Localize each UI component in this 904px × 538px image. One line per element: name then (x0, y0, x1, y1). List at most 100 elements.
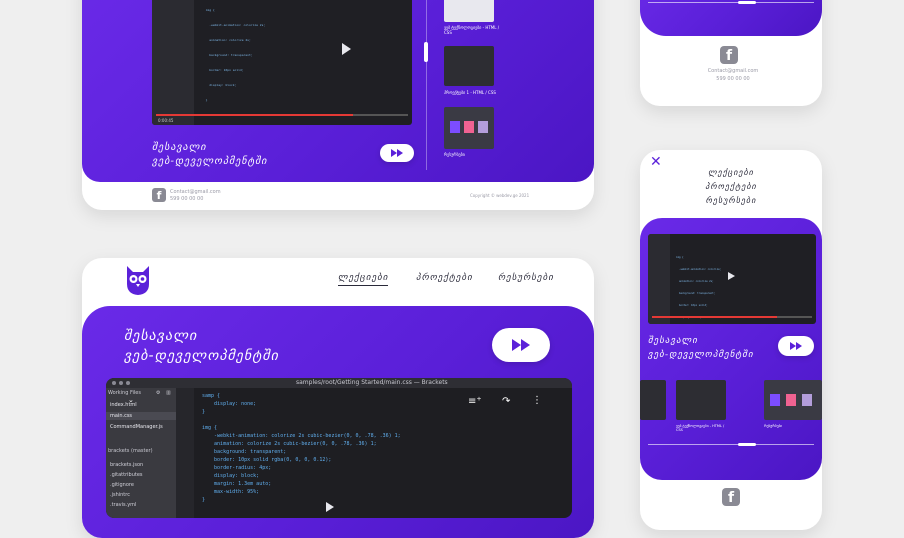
project-file-0[interactable]: brackets.json (110, 462, 143, 468)
play-icon[interactable] (728, 272, 735, 280)
mobile-scroll-handle[interactable] (738, 443, 756, 446)
code-line: } (202, 409, 206, 415)
play-icon[interactable] (342, 43, 351, 55)
code-line: display: none; (202, 401, 257, 407)
working-files-heading: Working Files (108, 390, 141, 396)
fast-forward-button[interactable] (492, 328, 550, 362)
mobile-scroll-track-top[interactable] (648, 2, 814, 3)
mobile-menu-item-resources[interactable]: რესურსები (640, 196, 822, 205)
hero-section-top: img { -webkit-animation: colorize 2s; an… (82, 0, 594, 182)
editor-titlebar: samples/root/Getting Started/main.css — … (106, 378, 572, 388)
hero-title-line1-top: შესავალი (152, 142, 207, 153)
video-player-top[interactable]: img { -webkit-animation: colorize 2s; an… (152, 0, 412, 125)
owl-logo-icon[interactable] (124, 264, 152, 296)
playlist-thumb-1[interactable] (444, 0, 494, 22)
playlist-label-3: რესურსები (444, 152, 465, 157)
code-line: } (202, 497, 206, 503)
project-file-3[interactable]: .jshintrc (110, 492, 130, 498)
mobile-editor-sidebar (648, 234, 670, 324)
code-line: margin: 1.3em auto; (202, 481, 272, 487)
code-line: -webkit-animation: colorize 2s cubic-bez… (202, 433, 401, 439)
playlist-label-2: პროექტები 1 - HTML / CSS (444, 90, 496, 95)
mobile-card-main: ✕ ლექციები პროექტები რესურსები img { -we… (640, 150, 822, 530)
mobile-hero-title-line1: შესავალი (648, 336, 698, 346)
mobile-playlist-thumb-0[interactable] (640, 380, 666, 420)
nav-item-projects[interactable]: პროექტები (416, 273, 473, 283)
hero-title-line2-top: ვებ-დეველოპმენტში (152, 156, 268, 167)
mobile-playlist-thumb-2[interactable] (764, 380, 822, 420)
facebook-icon[interactable]: f (722, 488, 740, 506)
hero-title-line1: შესავალი (124, 328, 198, 344)
nav-item-resources[interactable]: რესურსები (498, 273, 554, 283)
code-line: samp { (202, 393, 221, 399)
footer-copyright-top: Copyright © webdev.ge 2021 (470, 193, 530, 198)
project-label[interactable]: brackets (master) (108, 448, 153, 454)
project-file-2[interactable]: .gitignore (110, 482, 134, 488)
mobile-video-progress[interactable] (652, 316, 812, 318)
project-branch: (master) (131, 448, 153, 454)
mobile-scroll-handle-top[interactable] (738, 1, 756, 4)
mobile-video-progress-fill (652, 316, 777, 318)
hero-section-main: შესავალი ვებ-დეველოპმენტში samples/root/… (82, 306, 594, 538)
code-line: border-radius: 4px; (202, 465, 272, 471)
fast-forward-icon (512, 339, 530, 351)
playlist-thumb-2[interactable] (444, 46, 494, 86)
fast-forward-icon (790, 342, 802, 350)
share-icon[interactable]: ↷ (502, 396, 510, 407)
more-options-icon[interactable]: ⋮ (532, 395, 542, 406)
facebook-icon[interactable]: f (152, 188, 166, 202)
playlist-scroll-handle[interactable] (424, 42, 428, 62)
fast-forward-button-top[interactable] (380, 144, 414, 162)
working-file-0[interactable]: index.html (110, 402, 137, 408)
mobile-hero: img { -webkit-animation: colorize; anima… (640, 218, 822, 480)
video-progress-fill (156, 114, 353, 116)
footer-contact-top: Contact@gmail.com (170, 189, 221, 195)
mobile-video-player[interactable]: img { -webkit-animation: colorize; anima… (648, 234, 816, 324)
desktop-card-main: ლექციები პროექტები რესურსები შესავალი ვე… (82, 258, 594, 538)
window-max-dot[interactable] (126, 381, 130, 385)
mobile-card-top: f Contact@gmail.com 599 00 00 00 (640, 0, 822, 106)
mobile-footer-phone: 599 00 00 00 (716, 76, 750, 82)
fast-forward-icon (391, 149, 403, 157)
mobile-playlist-label-2: რესურსები (764, 424, 783, 428)
split-icon[interactable]: ▥ (166, 390, 171, 396)
working-file-2[interactable]: CommandManager.js (110, 424, 163, 430)
editor-gutter (176, 388, 194, 518)
mobile-fast-forward-button[interactable] (778, 336, 814, 356)
window-min-dot[interactable] (119, 381, 123, 385)
editor-code[interactable]: samp { display: none;} img { -webkit-ani… (202, 392, 401, 504)
code-line: animation: colorize 2s cubic-bezier(0, 0… (202, 441, 377, 447)
footer-phone-top: 599 00 00 00 (170, 196, 204, 202)
nav-item-lectures[interactable]: ლექციები (338, 273, 389, 286)
mobile-scroll-track[interactable] (648, 444, 814, 445)
add-to-queue-icon[interactable]: ≡⁺ (468, 396, 482, 407)
window-close-dot[interactable] (112, 381, 116, 385)
working-file-1[interactable]: main.css (106, 412, 176, 420)
desktop-card-top: img { -webkit-animation: colorize 2s; an… (82, 0, 594, 210)
mobile-footer-contact: Contact@gmail.com (707, 68, 759, 74)
project-name: brackets (108, 448, 130, 454)
code-line: display: block; (202, 473, 260, 479)
editor-window[interactable]: samples/root/Getting Started/main.css — … (106, 378, 572, 518)
project-file-4[interactable]: .travis.yml (110, 502, 136, 508)
code-line: background: transparent; (202, 449, 287, 455)
playlist-thumb-3[interactable] (444, 107, 494, 149)
editor-window-title: samples/root/Getting Started/main.css — … (296, 379, 448, 386)
playlist-divider-top (426, 0, 427, 170)
play-icon[interactable] (326, 502, 334, 512)
mobile-menu-item-projects[interactable]: პროექტები (640, 182, 822, 191)
playlist-label-1: ვებ ტექნოლოგიები - HTML / CSS (444, 25, 500, 35)
mobile-hero-title-line2: ვებ-დეველოპმენტში (648, 350, 754, 360)
editor-sidebar: Working Files ⚙ ▥ ⌄ index.html main.css … (106, 388, 176, 518)
mobile-editor-code: img { -webkit-animation: colorize; anima… (676, 256, 722, 319)
mobile-menu-item-lectures[interactable]: ლექციები (640, 168, 822, 177)
project-file-1[interactable]: .gitattributes (110, 472, 143, 478)
video-progress-track[interactable] (156, 114, 408, 116)
code-line: border: 10px solid rgba(0, 0, 0, 0.12); (202, 457, 332, 463)
facebook-icon[interactable]: f (720, 46, 738, 64)
gear-icon[interactable]: ⚙ (156, 390, 160, 396)
mobile-playlist-thumb-1[interactable] (676, 380, 726, 420)
editor-sidebar-mini (152, 0, 194, 125)
code-line: img { (202, 425, 218, 431)
